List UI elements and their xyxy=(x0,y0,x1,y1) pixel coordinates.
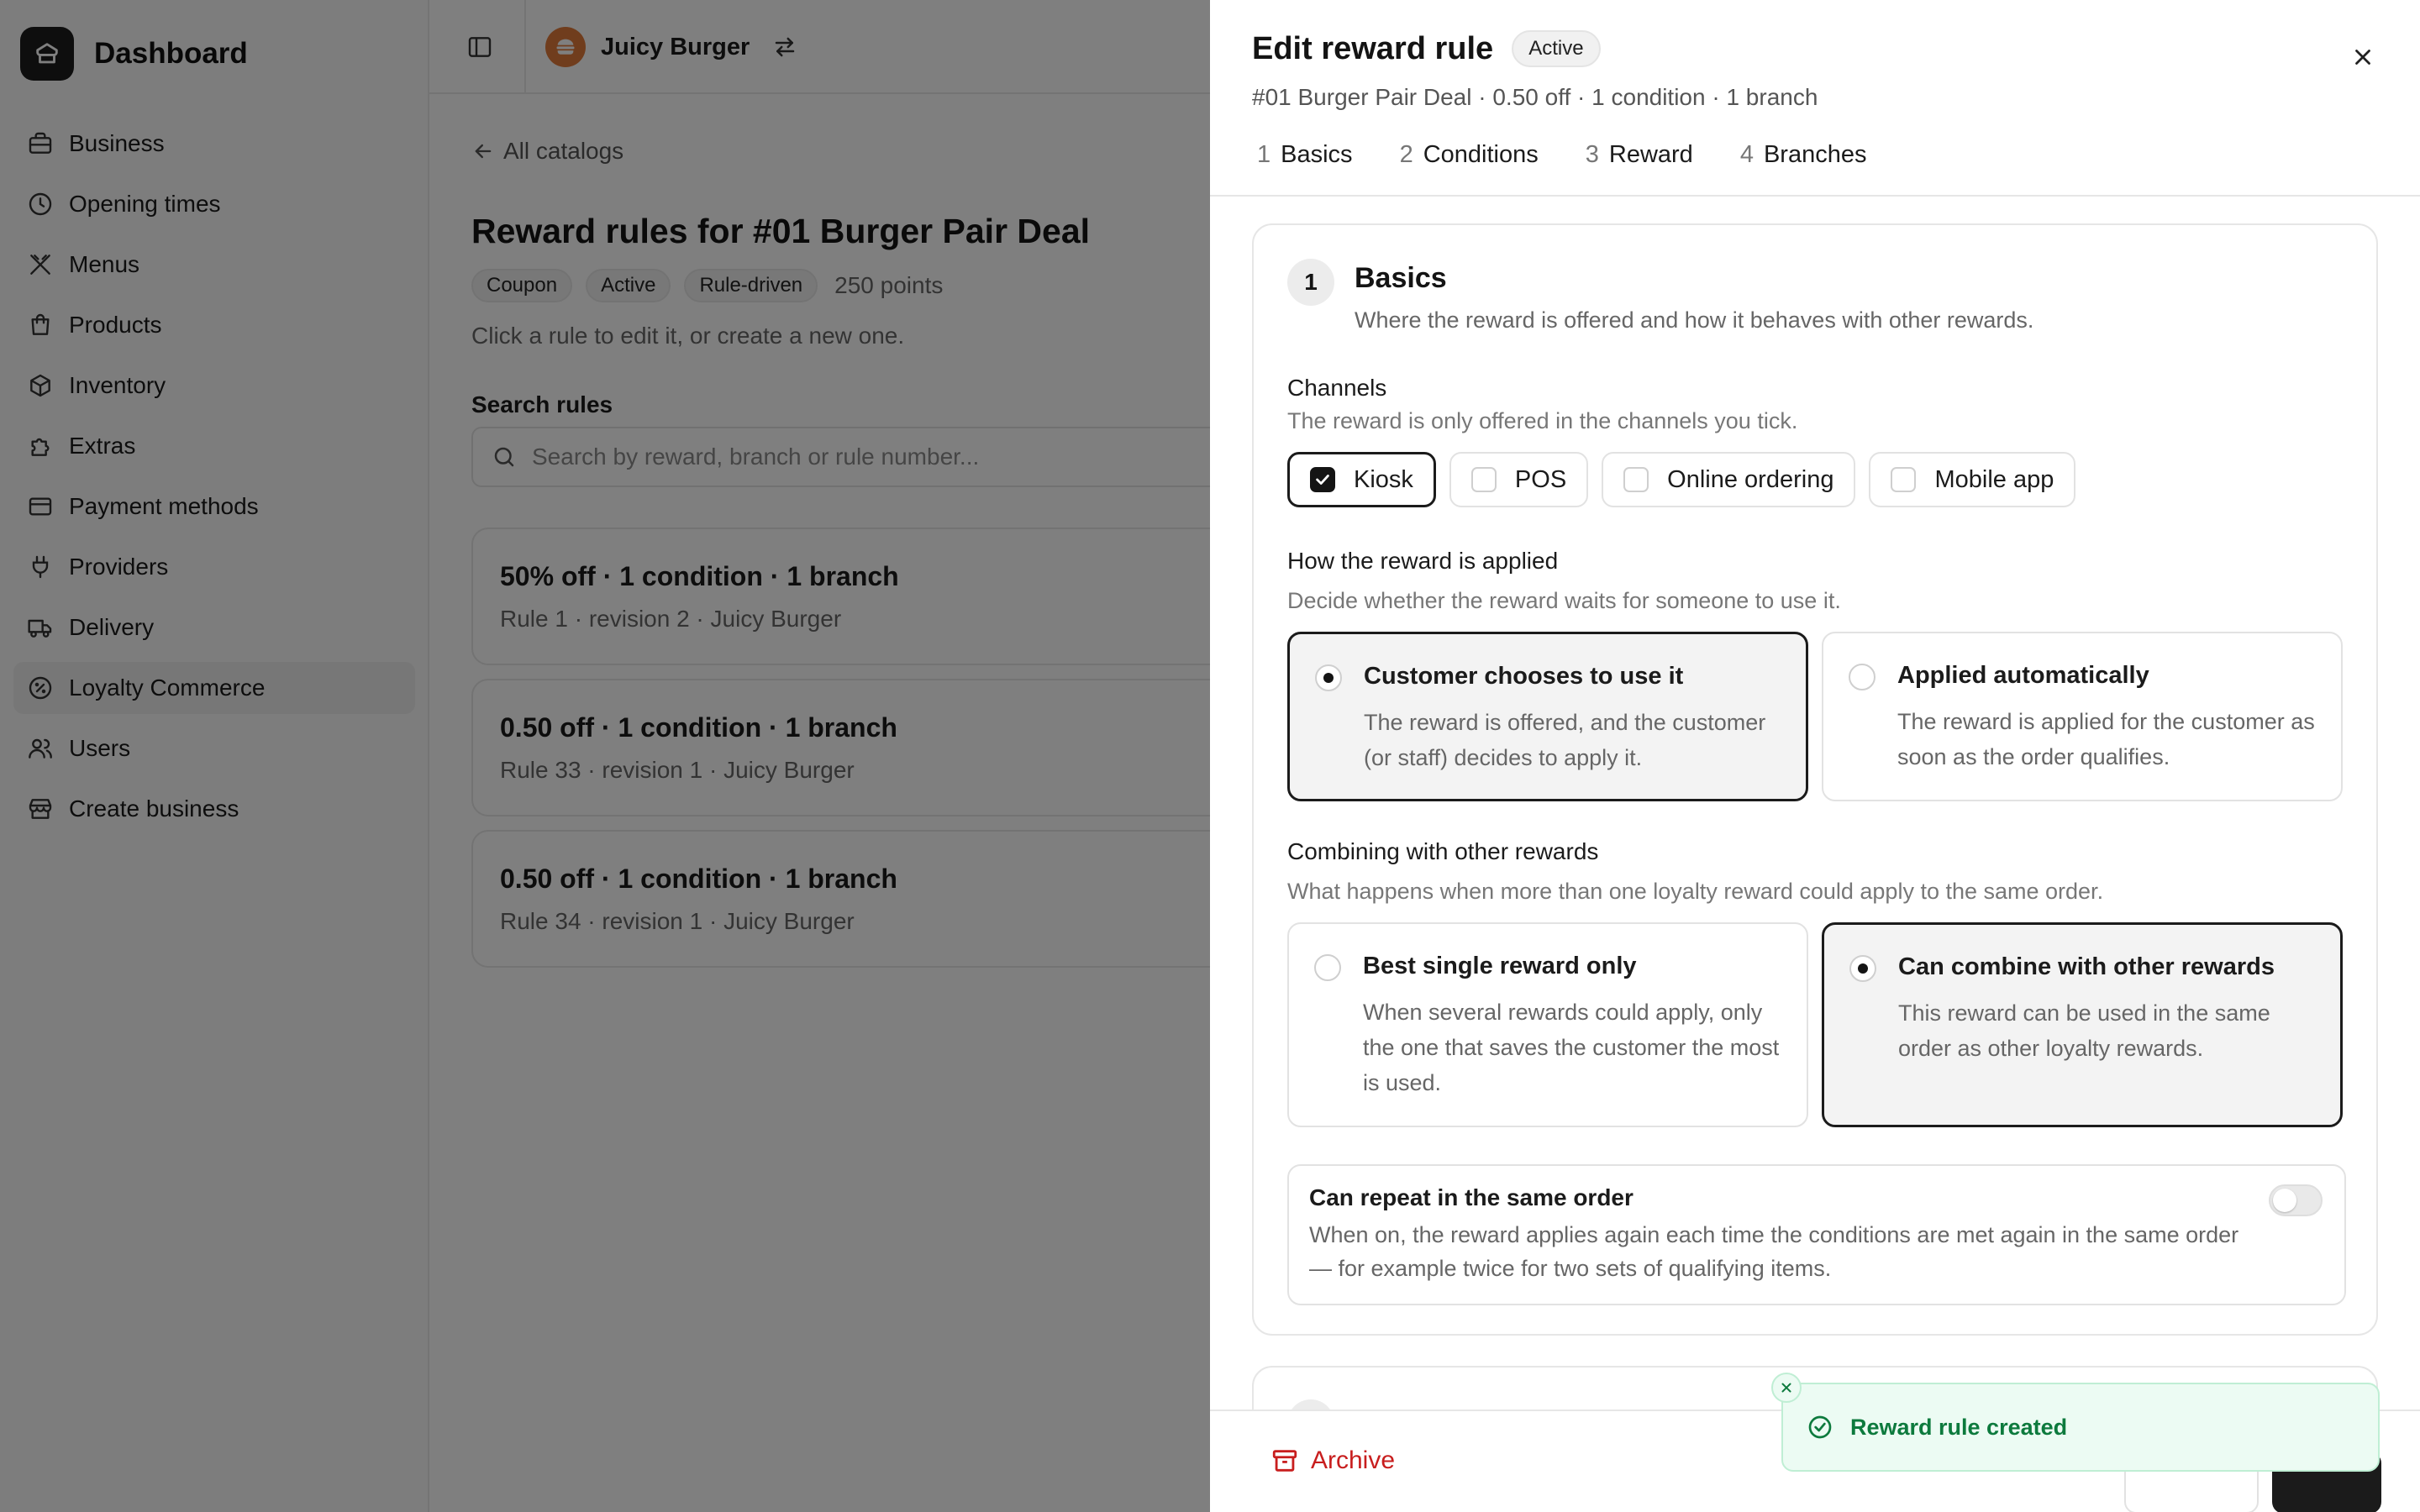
step-label: Branches xyxy=(1763,141,1867,168)
drawer-header: Edit reward rule Active #01 Burger Pair … xyxy=(1210,0,2420,197)
check-circle-icon xyxy=(1808,1415,1832,1439)
option-title: Customer chooses to use it xyxy=(1364,663,1684,690)
basics-section: 1 Basics Where the reward is offered and… xyxy=(1252,223,2378,1336)
drawer-title-row: Edit reward rule Active xyxy=(1252,30,1601,67)
drawer-subtitle: #01 Burger Pair Deal · 0.50 off · 1 cond… xyxy=(1252,84,1818,110)
radio-empty-icon xyxy=(1314,954,1341,981)
step-label: Basics xyxy=(1281,141,1353,168)
combine-option-can-combine[interactable]: Can combine with other rewards This rewa… xyxy=(1822,922,2343,1127)
channel-pos-checkbox[interactable]: POS xyxy=(1449,452,1589,507)
archive-button[interactable]: Archive xyxy=(1270,1446,1395,1475)
toggle-knob xyxy=(2273,1189,2296,1212)
combine-option-best-single[interactable]: Best single reward only When several rew… xyxy=(1287,922,1808,1127)
tab-basics[interactable]: 1 Basics xyxy=(1257,141,1353,169)
section-description: Where the reward is offered and how it b… xyxy=(1355,307,2034,333)
tab-branches[interactable]: 4 Branches xyxy=(1740,141,1867,169)
step-label: Reward xyxy=(1608,141,1693,168)
close-button[interactable] xyxy=(2344,39,2381,76)
repeat-setting: Can repeat in the same order When on, th… xyxy=(1287,1164,2346,1305)
success-toast: Reward rule created xyxy=(1781,1383,2380,1472)
section-title: Basics xyxy=(1355,262,1447,294)
channels-label: Channels xyxy=(1287,375,1387,401)
checkbox-empty-icon xyxy=(1470,467,1497,492)
archive-icon xyxy=(1272,1450,1297,1472)
step-tabs: 1 Basics 2 Conditions 3 Reward 4 Branche… xyxy=(1257,141,1913,169)
channel-label: POS xyxy=(1514,465,1567,493)
repeat-title: Can repeat in the same order xyxy=(1309,1184,1634,1210)
radio-selected-icon xyxy=(1315,664,1342,691)
step-label: Conditions xyxy=(1423,141,1539,168)
channel-kiosk-checkbox[interactable]: Kiosk xyxy=(1287,452,1436,507)
option-description: When several rewards could apply, only t… xyxy=(1363,1000,1780,1095)
option-description: The reward is offered, and the customer … xyxy=(1364,710,1766,770)
repeat-toggle[interactable] xyxy=(2269,1184,2323,1216)
applied-option-automatic[interactable]: Applied automatically The reward is appl… xyxy=(1822,632,2343,801)
applied-option-customer-chooses[interactable]: Customer chooses to use it The reward is… xyxy=(1287,632,1808,801)
edit-reward-rule-drawer: Edit reward rule Active #01 Burger Pair … xyxy=(1210,0,2420,1512)
repeat-description: When on, the reward applies again each t… xyxy=(1309,1222,2239,1281)
drawer-body[interactable]: 1 Basics Where the reward is offered and… xyxy=(1210,198,2420,1411)
checkbox-empty-icon xyxy=(1891,467,1917,492)
step-number: 3 xyxy=(1585,141,1599,168)
app-root: Dashboard Business Opening times Menus P… xyxy=(0,0,2420,1512)
applied-hint: Decide whether the reward waits for some… xyxy=(1287,588,1841,613)
toast-message: Reward rule created xyxy=(1850,1414,2068,1440)
option-description: This reward can be used in the same orde… xyxy=(1898,1000,2270,1061)
radio-empty-icon xyxy=(1849,664,1876,690)
tab-conditions[interactable]: 2 Conditions xyxy=(1400,141,1539,169)
option-title: Can combine with other rewards xyxy=(1898,953,2275,980)
step-number: 2 xyxy=(1399,141,1413,168)
combine-hint: What happens when more than one loyalty … xyxy=(1287,879,2104,904)
step-number: 4 xyxy=(1739,141,1754,168)
channel-label: Online ordering xyxy=(1667,465,1834,493)
toast-close-button[interactable] xyxy=(1771,1373,1802,1403)
channel-online-ordering-checkbox[interactable]: Online ordering xyxy=(1602,452,1856,507)
close-icon xyxy=(2355,50,2370,65)
channel-label: Kiosk xyxy=(1354,465,1413,493)
status-badge: Active xyxy=(1512,30,1601,67)
option-title: Best single reward only xyxy=(1363,953,1637,979)
channels-hint: The reward is only offered in the channe… xyxy=(1287,408,1798,433)
step-number: 1 xyxy=(1257,141,1271,168)
archive-label: Archive xyxy=(1311,1446,1396,1474)
channel-options: Kiosk POS Online ordering Mobile app xyxy=(1287,452,2089,507)
section-number: 1 xyxy=(1287,259,1334,306)
checkbox-checked-icon xyxy=(1310,467,1335,492)
checkbox-empty-icon xyxy=(1623,467,1649,492)
applied-label: How the reward is applied xyxy=(1287,548,1559,574)
channel-mobile-app-checkbox[interactable]: Mobile app xyxy=(1869,452,2076,507)
combine-label: Combining with other rewards xyxy=(1287,838,1599,864)
channel-label: Mobile app xyxy=(1934,465,2054,493)
option-title: Applied automatically xyxy=(1897,662,2149,689)
tab-reward[interactable]: 3 Reward xyxy=(1586,141,1693,169)
close-icon xyxy=(1781,1383,1791,1393)
drawer-title: Edit reward rule xyxy=(1252,30,1494,66)
radio-selected-icon xyxy=(1849,955,1876,982)
option-description: The reward is applied for the customer a… xyxy=(1897,709,2315,769)
